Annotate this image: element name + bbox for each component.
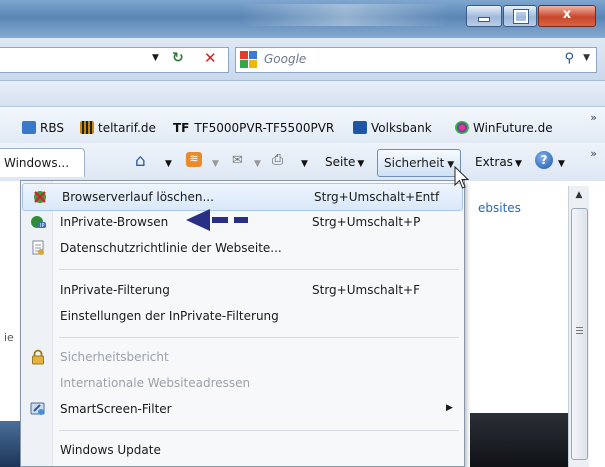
chevron-down-icon: ▼ [514, 159, 522, 169]
print-icon[interactable]: ⎙ [272, 152, 283, 168]
mail-dropdown-icon[interactable]: ▼ [252, 155, 261, 169]
menu-item-delete-history[interactable]: Browserverlauf löschen... Strg+Umschalt+… [22, 183, 463, 211]
tools-menu-button[interactable]: Extras ▼ [475, 155, 522, 169]
search-placeholder: Google [264, 52, 307, 66]
address-bar[interactable]: ▼ ↻ ✕ [0, 47, 229, 73]
address-dropdown-icon[interactable]: ▼ [152, 53, 159, 63]
vertical-scrollbar[interactable]: ▲ [568, 186, 589, 467]
favorite-winfuture[interactable]: WinFuture.de [455, 121, 553, 135]
menu-item-security-report: Sicherheitsbericht [21, 344, 464, 370]
menu-item-inprivate-filtering[interactable]: InPrivate-Filterung Strg+Umschalt+F [21, 277, 464, 303]
address-row: ▼ ↻ ✕ Google ⚲ ▼ [0, 38, 605, 81]
close-button[interactable]: x [538, 5, 596, 27]
menu-separator [59, 269, 459, 270]
volksbank-icon [353, 121, 367, 134]
browser-tab[interactable]: Windows... [0, 148, 85, 177]
search-icon[interactable]: ⚲ [564, 51, 574, 66]
menu-separator [59, 430, 459, 431]
privacy-policy-icon [32, 240, 44, 255]
tf-icon: TF [173, 121, 190, 135]
favorites-bar: RBS teltarif.de TF TF5000PVR-TF5500PVR Vo… [0, 107, 605, 143]
favorites-more-icon[interactable]: » [590, 111, 597, 124]
feed-dropdown-icon[interactable]: ▼ [210, 155, 219, 169]
home-dropdown-icon[interactable]: ▼ [163, 155, 172, 169]
page-partial-text: ebsites [478, 201, 521, 215]
close-icon: x [562, 7, 572, 22]
favorite-rbs[interactable]: RBS [22, 121, 64, 135]
safety-menu-button[interactable]: Sicherheit ▼ [377, 149, 462, 177]
window-title-bar: x [0, 0, 605, 38]
safety-dropdown-menu: Browserverlauf löschen... Strg+Umschalt+… [20, 180, 465, 467]
tab-label: Windows... [4, 156, 70, 170]
stop-icon[interactable]: ✕ [204, 49, 217, 67]
scroll-up-icon[interactable]: ▲ [569, 190, 589, 200]
menu-separator [59, 337, 459, 338]
home-icon[interactable]: ⌂ [135, 151, 146, 171]
inprivate-icon: IP [31, 216, 46, 229]
favorite-volksbank[interactable]: Volksbank [353, 121, 432, 135]
search-dropdown-icon[interactable]: ▼ [583, 53, 590, 63]
menu-item-inprivate-browsing[interactable]: IP InPrivate-Browsen Strg+Umschalt+P [21, 209, 464, 235]
minimize-button[interactable] [466, 5, 502, 27]
chevron-down-icon: ▼ [357, 159, 365, 169]
page-image-right [470, 413, 580, 467]
command-bar: Windows... ⌂ ▼ ≋ ▼ ✉ ▼ ⎙ ▼ Seite ▼ Sicher… [0, 143, 605, 181]
lock-icon [32, 349, 44, 365]
delete-history-icon [34, 191, 46, 203]
google-logo-icon [240, 51, 258, 69]
winfuture-icon [455, 121, 469, 134]
help-dropdown-icon[interactable]: ▼ [556, 155, 565, 169]
svg-text:IP: IP [40, 223, 45, 229]
rss-feed-icon[interactable]: ≋ [186, 152, 202, 167]
menu-item-international-addresses: Internationale Websiteadressen [60, 376, 251, 390]
page-menu-button[interactable]: Seite ▼ [325, 155, 364, 169]
favorite-tf5000[interactable]: TF TF5000PVR-TF5500PVR [173, 121, 334, 135]
scroll-thumb[interactable] [571, 208, 588, 460]
help-icon[interactable]: ? [535, 151, 553, 169]
favorite-teltarif[interactable]: teltarif.de [80, 121, 156, 135]
refresh-icon[interactable]: ↻ [172, 50, 184, 66]
teltarif-icon [80, 121, 94, 134]
mail-icon[interactable]: ✉ [232, 153, 243, 168]
minimize-icon [478, 17, 490, 22]
search-box[interactable]: Google ⚲ ▼ [235, 47, 597, 73]
mouse-cursor-icon [454, 166, 470, 189]
menu-item-privacy-policy[interactable]: Datenschutzrichtlinie der Webseite... [21, 235, 464, 261]
maximize-button[interactable] [503, 5, 537, 27]
submenu-arrow-icon: ▶ [446, 403, 453, 413]
menu-strip [0, 81, 605, 107]
maximize-icon [513, 9, 529, 24]
page-partial-left-text: ie [4, 331, 14, 344]
menu-item-windows-update[interactable]: Windows Update [21, 437, 464, 463]
title-bar-glass [240, 4, 450, 26]
ie-page-icon [22, 121, 36, 134]
command-bar-more-icon[interactable]: » [590, 147, 597, 160]
menu-item-inprivate-filtering-settings[interactable]: Einstellungen der InPrivate-Filterung [21, 303, 464, 329]
print-dropdown-icon[interactable]: ▼ [299, 155, 308, 169]
smartscreen-icon [30, 402, 45, 415]
menu-item-smartscreen-filter[interactable]: SmartScreen-Filter ▶ [21, 396, 464, 422]
